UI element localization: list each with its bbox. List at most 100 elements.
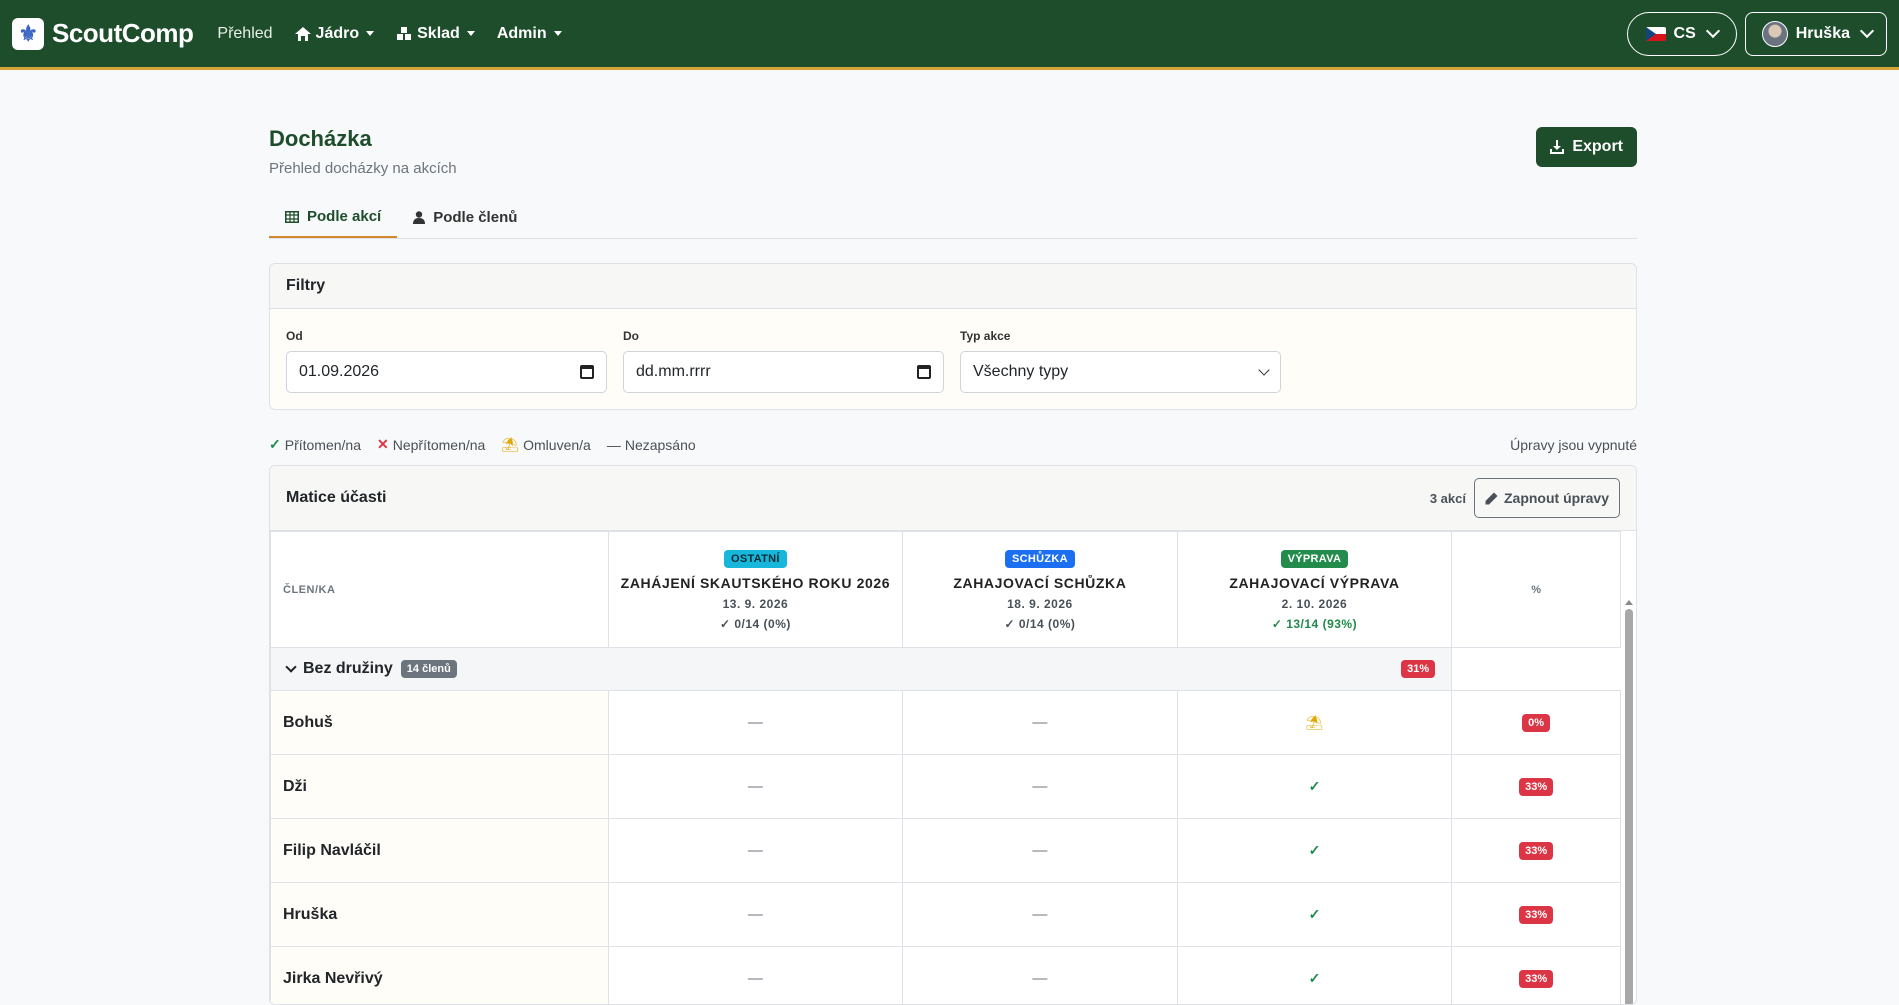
attendance-cell[interactable]: ✓ xyxy=(1177,755,1452,819)
check-icon: ✓ xyxy=(1309,906,1321,922)
group-percent-badge: 31% xyxy=(1401,660,1435,678)
export-label: Export xyxy=(1572,138,1623,156)
filter-to: Do dd.mm.rrrr xyxy=(623,329,944,393)
tab-podle-clenu[interactable]: Podle členů xyxy=(397,197,533,238)
dash-icon: — xyxy=(1032,714,1047,731)
vertical-scrollbar[interactable] xyxy=(1624,596,1634,1004)
legend-excused-label: Omluven/a xyxy=(523,437,591,453)
boxes-icon xyxy=(396,27,412,41)
enable-edit-button[interactable]: Zapnout úpravy xyxy=(1474,478,1620,518)
date-to-input[interactable]: dd.mm.rrrr xyxy=(623,351,944,393)
user-name: Hruška xyxy=(1796,25,1850,43)
percent-cell: 33% xyxy=(1452,883,1621,947)
event-count: 3 akcí xyxy=(1430,491,1466,506)
percent-badge: 33% xyxy=(1519,970,1553,988)
attendance-cell[interactable]: — xyxy=(608,883,902,947)
col-event[interactable]: OSTATNÍ ZAHÁJENÍ SKAUTSKÉHO ROKU 2026 13… xyxy=(608,532,902,648)
chevron-down-icon xyxy=(1258,364,1269,375)
edit-status: Úpravy jsou vypnuté xyxy=(1510,437,1637,453)
scroll-up-icon[interactable] xyxy=(1625,600,1633,605)
user-menu[interactable]: Hruška xyxy=(1745,12,1887,56)
nav-prehled[interactable]: Přehled xyxy=(217,25,272,43)
scroll-thumb[interactable] xyxy=(1625,609,1633,1005)
check-icon: ✓ xyxy=(1004,617,1018,631)
date-from-input[interactable]: 01.09.2026 xyxy=(286,351,607,393)
col-percent: % xyxy=(1452,532,1621,648)
filter-from-label: Od xyxy=(286,329,607,343)
fleur-de-lis-icon: ⚜ xyxy=(12,18,44,50)
attendance-cell[interactable]: — xyxy=(608,691,902,755)
filters-card: Filtry Od 01.09.2026 Do dd.mm.rrrr Typ a… xyxy=(269,263,1637,410)
caret-down-icon xyxy=(554,31,562,36)
col-event[interactable]: VÝPRAVA ZAHAJOVACÍ VÝPRAVA 2. 10. 2026 ✓… xyxy=(1177,532,1452,648)
group-row[interactable]: Bez družiny 14 členů 31% xyxy=(271,648,1621,691)
dash-icon: — xyxy=(748,842,763,859)
nav-sklad[interactable]: Sklad xyxy=(396,25,475,43)
attendance-cell[interactable]: — xyxy=(608,755,902,819)
chevron-down-icon[interactable] xyxy=(285,661,296,672)
umbrella-beach-icon: ⛱ xyxy=(501,436,519,453)
nav-jadro[interactable]: Jádro xyxy=(295,25,375,43)
x-icon: ✕ xyxy=(377,436,389,453)
event-name: ZAHÁJENÍ SKAUTSKÉHO ROKU 2026 xyxy=(609,575,902,591)
download-icon xyxy=(1550,140,1564,154)
attendance-cell[interactable]: — xyxy=(903,755,1178,819)
attendance-cell[interactable]: — xyxy=(608,819,902,883)
attendance-cell[interactable]: — xyxy=(903,691,1178,755)
page-subtitle: Přehled docházky na akcích xyxy=(269,160,457,177)
language-switcher[interactable]: CS xyxy=(1627,12,1737,56)
enable-edit-label: Zapnout úpravy xyxy=(1504,490,1609,506)
event-date: 18. 9. 2026 xyxy=(903,597,1177,611)
member-name: Filip Navláčil xyxy=(271,819,609,883)
top-navbar: ⚜ ScoutComp Přehled Jádro Sklad Admin CS xyxy=(0,0,1899,70)
attendance-cell[interactable]: — xyxy=(903,947,1178,1005)
event-type-value: Všechny typy xyxy=(973,363,1068,381)
check-icon: ✓ xyxy=(1309,842,1321,858)
brand[interactable]: ⚜ ScoutComp xyxy=(12,18,193,50)
attendance-table: ČLEN/KA OSTATNÍ ZAHÁJENÍ SKAUTSKÉHO ROKU… xyxy=(270,531,1621,1005)
legend-absent: ✕ Nepřítomen/na xyxy=(377,436,485,453)
date-to-value: dd.mm.rrrr xyxy=(636,363,711,381)
attendance-cell[interactable]: ✓ xyxy=(1177,883,1452,947)
calendar-icon[interactable] xyxy=(580,365,594,379)
dash-icon: — xyxy=(1032,970,1047,987)
group-cell: Bez družiny 14 členů 31% xyxy=(271,648,1452,691)
attendance-cell[interactable]: — xyxy=(608,947,902,1005)
nav-admin[interactable]: Admin xyxy=(497,25,562,43)
language-label: CS xyxy=(1674,25,1696,43)
attendance-cell[interactable]: — xyxy=(903,883,1178,947)
brand-name: ScoutComp xyxy=(52,18,193,49)
nav-prehled-label: Přehled xyxy=(217,25,272,43)
event-stat-value: 13/14 (93%) xyxy=(1286,617,1357,631)
col-member: ČLEN/KA xyxy=(271,532,609,648)
legend-unrecorded: — Nezapsáno xyxy=(607,437,696,453)
attendance-cell[interactable]: ⛱ xyxy=(1177,691,1452,755)
date-from-value: 01.09.2026 xyxy=(299,363,379,381)
event-stat-value: 0/14 (0%) xyxy=(734,617,791,631)
page-title: Docházka xyxy=(269,126,457,152)
attendance-cell[interactable]: ✓ xyxy=(1177,947,1452,1005)
event-type-select[interactable]: Všechny typy xyxy=(960,351,1281,393)
percent-badge: 0% xyxy=(1522,714,1550,732)
member-name: Dži xyxy=(271,755,609,819)
table-icon xyxy=(285,211,299,223)
attendance-cell[interactable]: ✓ xyxy=(1177,819,1452,883)
dash-icon: — xyxy=(748,906,763,923)
attendance-cell[interactable]: — xyxy=(903,819,1178,883)
avatar xyxy=(1762,21,1788,47)
check-icon: ✓ xyxy=(1309,778,1321,794)
event-type-badge: OSTATNÍ xyxy=(724,550,787,568)
tab-podle-akci[interactable]: Podle akcí xyxy=(269,197,397,238)
event-stat: ✓ 0/14 (0%) xyxy=(903,617,1177,631)
table-row: Bohuš — — ⛱ 0% xyxy=(271,691,1621,755)
filter-to-label: Do xyxy=(623,329,944,343)
member-name: Bohuš xyxy=(271,691,609,755)
event-type-badge: VÝPRAVA xyxy=(1281,550,1349,568)
export-button[interactable]: Export xyxy=(1536,127,1637,167)
event-stat-value: 0/14 (0%) xyxy=(1019,617,1076,631)
chevron-down-icon xyxy=(1706,24,1720,38)
main-content: Docházka Přehled docházky na akcích Expo… xyxy=(269,70,1637,1005)
dash-icon: — xyxy=(1032,778,1047,795)
calendar-icon[interactable] xyxy=(917,365,931,379)
col-event[interactable]: SCHŮZKA ZAHAJOVACÍ SCHŮZKA 18. 9. 2026 ✓… xyxy=(903,532,1178,648)
